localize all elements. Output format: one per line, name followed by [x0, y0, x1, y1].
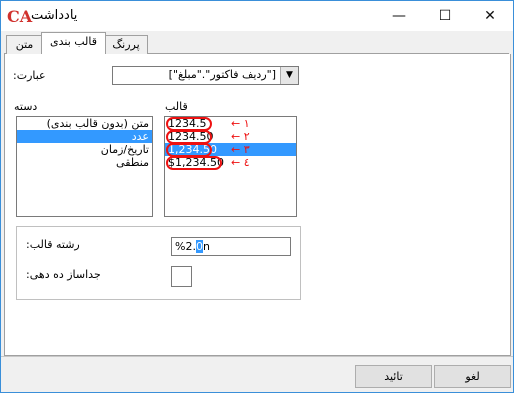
category-item-datetime[interactable]: تاریخ/زمان — [17, 143, 152, 156]
maximize-button[interactable]: ☐ — [422, 1, 468, 31]
tab-text[interactable]: متن — [6, 35, 43, 54]
thousands-separator-input[interactable] — [171, 266, 192, 287]
ok-button[interactable]: تائید — [355, 365, 432, 388]
annotation-circle-1 — [166, 117, 212, 131]
thousands-separator-label: :جداساز ده دهی — [26, 268, 101, 281]
window-title: یادداشت — [31, 8, 78, 23]
annotation-circle-4 — [166, 156, 222, 170]
format-options-group: :رشته قالب %2.0n :جداساز ده دهی — [16, 226, 301, 300]
formatting-panel: :عبارت ["ردیف فاکتور"."مبلغ"] ▼ دسته قال… — [4, 54, 511, 356]
category-item-text[interactable]: متن (بدون قالب بندی) — [17, 117, 152, 130]
app-logo-icon: CA — [7, 7, 33, 26]
category-listbox[interactable]: متن (بدون قالب بندی) عدد تاریخ/زمان منطق… — [16, 116, 153, 217]
expression-combobox[interactable]: ["ردیف فاکتور"."مبلغ"] ▼ — [112, 66, 299, 85]
dialog-window: CA یادداشت — ☐ ✕ متن قالب بندی پررنگ :عب… — [0, 0, 514, 393]
format-string-value: %2.0n — [175, 240, 210, 253]
annotation-arrow-3: ← ۳ — [231, 143, 250, 156]
close-button[interactable]: ✕ — [467, 1, 513, 31]
category-label: دسته — [14, 100, 38, 113]
tab-formatting[interactable]: قالب بندی — [41, 32, 106, 54]
minimize-button[interactable]: — — [376, 1, 422, 31]
format-string-label: :رشته قالب — [26, 238, 80, 251]
expression-label: :عبارت — [13, 69, 46, 82]
category-item-number[interactable]: عدد — [17, 130, 152, 143]
format-label: قالب — [165, 100, 188, 113]
expression-value: ["ردیف فاکتور"."مبلغ"] — [168, 68, 276, 81]
chevron-down-icon[interactable]: ▼ — [280, 67, 298, 84]
annotation-arrow-1: ← ۱ — [231, 117, 250, 130]
title-bar: CA یادداشت — ☐ ✕ — [1, 1, 513, 31]
cancel-button[interactable]: لغو — [434, 365, 511, 388]
footer-divider — [1, 356, 513, 357]
category-item-logical[interactable]: منطقی — [17, 156, 152, 169]
annotation-arrow-4: ← ٤ — [231, 156, 250, 169]
annotation-arrow-2: ← ۲ — [231, 130, 250, 143]
format-string-input[interactable]: %2.0n — [171, 237, 291, 256]
annotation-circle-2 — [166, 130, 212, 144]
tab-bold[interactable]: پررنگ — [104, 35, 148, 54]
annotation-circle-3 — [166, 143, 212, 157]
